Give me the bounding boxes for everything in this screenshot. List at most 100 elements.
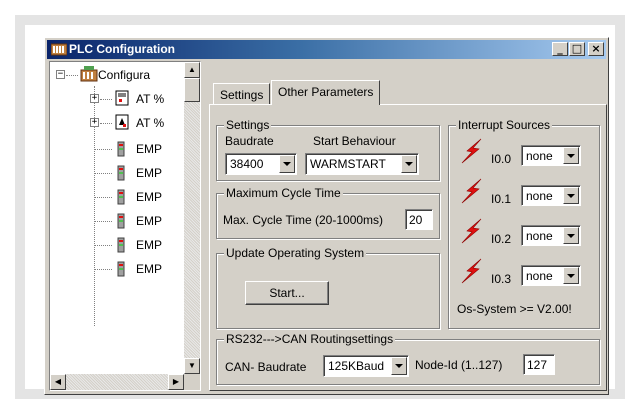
can-routing-title: RS232--->CAN Routingsettings bbox=[224, 332, 396, 346]
tree-horizontal-scrollbar[interactable]: ◀ ▶ bbox=[50, 374, 184, 390]
chevron-down-icon[interactable] bbox=[391, 357, 407, 375]
chevron-down-icon[interactable] bbox=[563, 147, 579, 164]
tree-item-label: EMP bbox=[136, 190, 163, 204]
baudrate-select[interactable]: 38400 bbox=[225, 153, 297, 175]
scroll-right-button[interactable]: ▶ bbox=[168, 374, 184, 390]
other-parameters-panel: Settings Baudrate Start Behaviour 38400 … bbox=[209, 104, 607, 391]
collapse-icon[interactable]: − bbox=[56, 70, 65, 79]
configuration-tree[interactable]: − Configura + AT % + AT % EMP EMP EMP EM… bbox=[49, 61, 201, 391]
maximize-button[interactable]: □ bbox=[569, 42, 585, 56]
expand-icon[interactable]: + bbox=[90, 94, 99, 103]
tree-item[interactable]: EMP bbox=[54, 212, 184, 230]
interrupt-value: none bbox=[526, 269, 553, 283]
baudrate-label: Baudrate bbox=[225, 134, 274, 148]
interrupt-select[interactable]: none bbox=[521, 265, 581, 286]
chevron-down-icon[interactable] bbox=[279, 155, 295, 173]
baudrate-value: 38400 bbox=[230, 157, 264, 171]
chevron-down-icon[interactable] bbox=[563, 227, 579, 244]
lightning-icon bbox=[461, 138, 482, 164]
tab-other-parameters[interactable]: Other Parameters bbox=[271, 80, 381, 105]
empty-slot-icon bbox=[117, 189, 125, 205]
interrupt-select[interactable]: none bbox=[521, 145, 581, 166]
tree-item-label: EMP bbox=[136, 166, 163, 180]
tree-item[interactable]: + AT % bbox=[54, 114, 184, 132]
max-cycle-input[interactable]: 20 bbox=[405, 209, 433, 230]
start-behaviour-value: WARMSTART bbox=[310, 157, 386, 171]
settings-group: Settings Baudrate Start Behaviour 38400 … bbox=[216, 118, 440, 181]
max-cycle-label: Max. Cycle Time (20-1000ms) bbox=[223, 213, 384, 227]
tree-item[interactable]: EMP bbox=[54, 260, 184, 278]
scroll-left-button[interactable]: ◀ bbox=[50, 374, 66, 390]
expand-icon[interactable]: + bbox=[90, 118, 99, 127]
tree-root[interactable]: − Configura bbox=[54, 66, 184, 84]
chevron-down-icon[interactable] bbox=[563, 187, 579, 204]
scrollbar-corner bbox=[184, 374, 200, 390]
interrupt-label: I0.2 bbox=[491, 232, 512, 246]
max-cycle-group: Maximum Cycle Time Max. Cycle Time (20-1… bbox=[216, 186, 440, 239]
module-in-icon bbox=[115, 90, 129, 106]
update-os-group-title: Update Operating System bbox=[224, 246, 367, 260]
empty-slot-icon bbox=[117, 237, 125, 253]
tree-item[interactable]: EMP bbox=[54, 140, 184, 158]
interrupt-select[interactable]: none bbox=[521, 225, 581, 246]
node-id-input[interactable]: 127 bbox=[523, 354, 555, 375]
tree-line bbox=[94, 173, 112, 174]
configuration-icon bbox=[80, 66, 98, 82]
tree-item[interactable]: EMP bbox=[54, 188, 184, 206]
tree-line bbox=[100, 123, 112, 124]
interrupt-label: I0.0 bbox=[491, 152, 512, 166]
chevron-down-icon[interactable] bbox=[401, 155, 417, 173]
interrupt-select[interactable]: none bbox=[521, 185, 581, 206]
can-baudrate-select[interactable]: 125KBaud bbox=[323, 355, 409, 377]
tab-settings[interactable]: Settings bbox=[213, 83, 271, 105]
empty-slot-icon bbox=[117, 165, 125, 181]
tree-vertical-scrollbar[interactable]: ▲ ▼ bbox=[184, 62, 200, 374]
scroll-down-button[interactable]: ▼ bbox=[184, 358, 200, 374]
tree-line bbox=[94, 269, 112, 270]
tree-line bbox=[100, 99, 112, 100]
interrupt-value: none bbox=[526, 149, 553, 163]
tree-item-label: EMP bbox=[136, 238, 163, 252]
module-out-icon bbox=[115, 114, 129, 130]
start-behaviour-label: Start Behaviour bbox=[313, 134, 396, 148]
tree-line bbox=[66, 75, 78, 76]
tree-line bbox=[94, 245, 112, 246]
tree-item-label: AT % bbox=[136, 92, 165, 106]
pane-splitter[interactable] bbox=[203, 61, 207, 391]
plc-config-icon bbox=[51, 43, 67, 56]
lightning-icon bbox=[461, 218, 482, 244]
interrupt-sources-group: Interrupt Sources I0.0 none I0.1 none I0… bbox=[448, 118, 600, 329]
tree-item[interactable]: EMP bbox=[54, 236, 184, 254]
plc-configuration-window: PLC Configuration _ □ × − Configura + AT… bbox=[44, 37, 609, 395]
tree-item-label: EMP bbox=[136, 214, 163, 228]
scroll-thumb[interactable] bbox=[184, 78, 200, 102]
start-behaviour-select[interactable]: WARMSTART bbox=[305, 153, 419, 175]
tree-item-label: AT % bbox=[136, 116, 165, 130]
tree-line bbox=[94, 221, 112, 222]
interrupt-label: I0.3 bbox=[491, 272, 512, 286]
node-id-label: Node-Id (1..127) bbox=[415, 358, 503, 372]
tree-item-label: EMP bbox=[136, 142, 163, 156]
window-title: PLC Configuration bbox=[69, 42, 175, 56]
close-button[interactable]: × bbox=[588, 42, 604, 56]
scroll-up-button[interactable]: ▲ bbox=[184, 62, 200, 78]
interrupt-label: I0.1 bbox=[491, 192, 512, 206]
chevron-down-icon[interactable] bbox=[563, 267, 579, 284]
lightning-icon bbox=[461, 258, 482, 284]
lightning-icon bbox=[461, 178, 482, 204]
title-bar[interactable]: PLC Configuration _ □ × bbox=[47, 40, 606, 59]
tree-item-label: EMP bbox=[136, 262, 163, 276]
empty-slot-icon bbox=[117, 141, 125, 157]
start-update-button[interactable]: Start... bbox=[245, 281, 329, 305]
tree-line bbox=[94, 197, 112, 198]
settings-group-title: Settings bbox=[224, 118, 272, 132]
tree-item[interactable]: EMP bbox=[54, 164, 184, 182]
update-os-group: Update Operating System Start... bbox=[216, 246, 440, 329]
can-baudrate-label: CAN- Baudrate bbox=[225, 360, 307, 374]
max-cycle-group-title: Maximum Cycle Time bbox=[224, 186, 343, 200]
tree-line bbox=[94, 149, 112, 150]
minimize-button[interactable]: _ bbox=[552, 42, 568, 56]
tree-item[interactable]: + AT % bbox=[54, 90, 184, 108]
os-version-note: Os-System >= V2.00! bbox=[457, 302, 572, 316]
can-routing-group: RS232--->CAN Routingsettings CAN- Baudra… bbox=[216, 332, 600, 385]
